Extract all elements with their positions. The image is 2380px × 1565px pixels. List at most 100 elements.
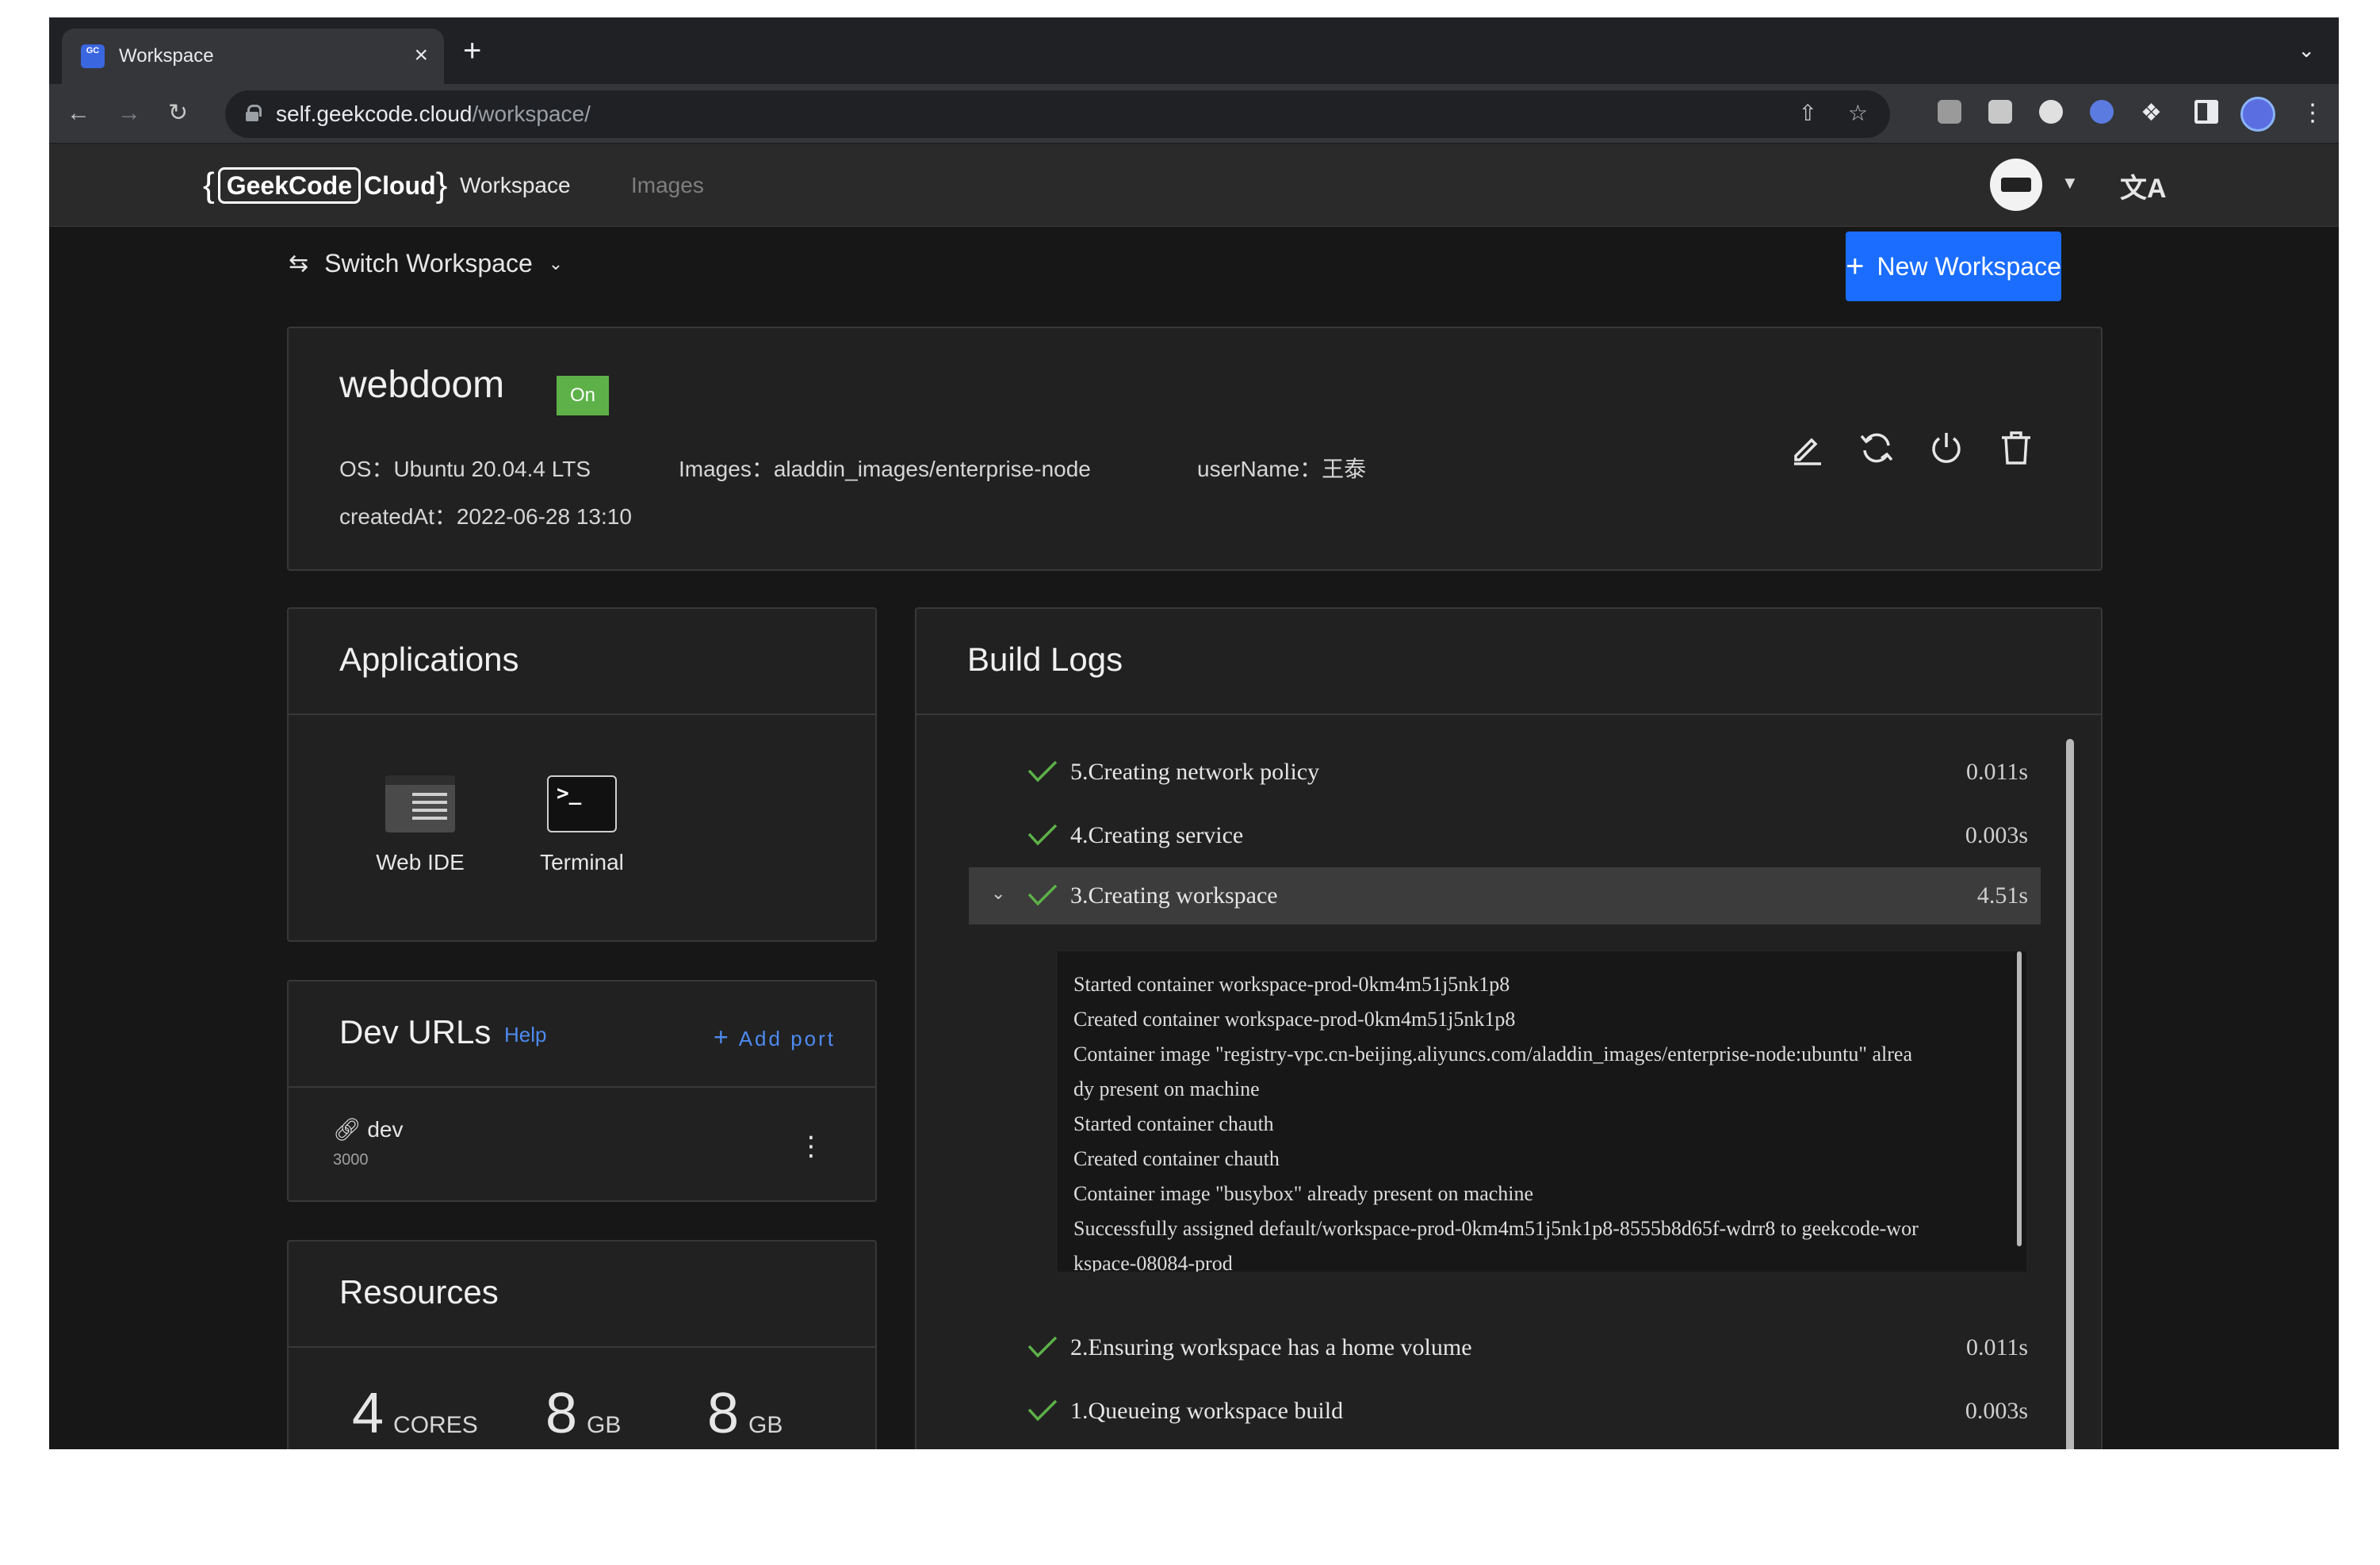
extension-1-icon[interactable] — [1938, 100, 1961, 124]
extensions-puzzle-icon[interactable]: ❖ — [2141, 100, 2162, 127]
web-ide-label: Web IDE — [376, 850, 465, 874]
workspace-name: webdoom — [339, 364, 505, 406]
dev-urls-title: Dev URLs — [339, 1013, 492, 1050]
check-icon — [1027, 884, 1058, 906]
url-host: self.geekcode.cloud — [276, 101, 473, 126]
extension-4-icon[interactable] — [2090, 100, 2114, 124]
terminal-app[interactable]: >_ Terminal — [511, 775, 653, 875]
workspace-created: createdAt：2022-06-28 13:10 — [339, 504, 632, 529]
app-header: {GeekCode Cloud} Workspace Images ▼ 文A — [49, 144, 2339, 227]
log-line: Started container chauth — [1073, 1112, 1274, 1135]
more-options-icon[interactable]: ⋮ — [798, 1132, 825, 1161]
help-link[interactable]: Help — [504, 1023, 546, 1047]
lock-icon — [246, 105, 262, 121]
side-panel-icon[interactable] — [2194, 100, 2218, 124]
logo-left: GeekCode — [217, 167, 361, 204]
url-text[interactable]: self.geekcode.cloud/workspace/ — [276, 101, 591, 127]
tab-search-chevron-icon[interactable]: ⌄ — [2298, 38, 2315, 63]
log-line: Started container workspace-prod-0km4m51… — [1073, 973, 1510, 996]
log-line: Created container chauth — [1073, 1147, 1280, 1170]
refresh-icon[interactable] — [1855, 427, 1898, 469]
log-step-3[interactable]: ⌄ 3.Creating workspace 4.51s — [969, 867, 2041, 924]
log-output[interactable]: Started container workspace-prod-0km4m51… — [1058, 951, 2026, 1272]
resources-title: Resources — [339, 1273, 499, 1311]
back-icon[interactable]: ← — [67, 100, 90, 127]
build-logs-header: Build Logs — [916, 609, 2101, 715]
plus-icon: + — [714, 1023, 731, 1051]
close-tab-icon[interactable]: × — [414, 42, 428, 69]
dev-url-label: dev — [367, 1117, 404, 1142]
new-tab-button[interactable]: + — [463, 33, 481, 68]
log-step-label: 4.Creating service — [1070, 822, 1244, 848]
log-step-2[interactable]: 2.Ensuring workspace has a home volume 0… — [969, 1319, 2041, 1376]
translate-icon[interactable]: 文A — [2120, 166, 2167, 205]
workspace-username: userName：王泰 — [1197, 457, 1367, 481]
reload-icon[interactable]: ↻ — [168, 100, 188, 127]
new-workspace-label: New Workspace — [1877, 251, 2061, 281]
add-port-label: Add port — [738, 1027, 836, 1050]
user-avatar[interactable] — [1990, 159, 2042, 211]
log-line: Created container workspace-prod-0km4m51… — [1073, 1008, 1516, 1031]
browser-tab[interactable]: GC Workspace × — [62, 29, 444, 84]
terminal-icon: >_ — [547, 775, 617, 832]
chevron-down-icon: ⌄ — [548, 253, 564, 274]
applications-card: Applications Web IDE >_ Terminal — [287, 607, 877, 942]
log-scrollbar[interactable] — [2017, 951, 2022, 1246]
bookmark-star-icon[interactable]: ☆ — [1848, 100, 1868, 126]
logo-right: Cloud — [363, 170, 436, 200]
log-step-label: 2.Ensuring workspace has a home volume — [1070, 1334, 1472, 1360]
workspace-images: Images：aladdin_images/enterprise-node — [679, 457, 1091, 481]
extension-2-icon[interactable] — [1988, 100, 2012, 124]
check-icon — [1027, 1399, 1058, 1422]
nav-workspace[interactable]: Workspace — [460, 173, 571, 198]
logo[interactable]: {GeekCode Cloud} — [203, 162, 447, 209]
chevron-down-icon[interactable]: ⌄ — [991, 883, 1005, 904]
log-step-time: 0.011s — [1965, 759, 2028, 785]
resource-cores: 4 CORES — [352, 1381, 478, 1446]
trash-icon[interactable] — [1995, 427, 2038, 469]
edit-icon[interactable] — [1785, 427, 1828, 469]
workspace-card: webdoom On OS：Ubuntu 20.04.4 LTS Images：… — [287, 327, 2103, 571]
extension-3-icon[interactable] — [2039, 100, 2063, 124]
terminal-label: Terminal — [540, 850, 624, 874]
log-line: kspace-08084-prod — [1073, 1252, 1233, 1272]
nav-images[interactable]: Images — [631, 173, 704, 198]
link-icon: 🔗︎ — [333, 1117, 368, 1142]
dev-url-name[interactable]: 🔗︎ dev — [333, 1116, 403, 1142]
check-icon — [1027, 824, 1058, 846]
switch-workspace-dropdown[interactable]: ⇆ Switch Workspace ⌄ — [289, 249, 563, 278]
browser-menu-icon[interactable]: ⋮ — [2301, 100, 2325, 127]
resource-disk: 8 GB — [707, 1381, 782, 1446]
address-bar[interactable]: self.geekcode.cloud/workspace/ ⇧ ☆ — [225, 90, 1890, 138]
build-logs-scrollbar[interactable] — [2066, 739, 2074, 1449]
log-step-1[interactable]: 1.Queueing workspace build 0.003s — [969, 1383, 2041, 1440]
log-line: Successfully assigned default/workspace-… — [1073, 1217, 1919, 1240]
applications-header: Applications — [289, 609, 875, 715]
log-step-4[interactable]: 4.Creating service 0.003s — [969, 807, 2041, 864]
forward-icon[interactable]: → — [117, 100, 141, 127]
log-step-label: 1.Queueing workspace build — [1070, 1398, 1344, 1424]
log-step-label: 5.Creating network policy — [1070, 759, 1320, 785]
swap-icon: ⇆ — [289, 251, 309, 277]
disk-unit: GB — [748, 1412, 783, 1438]
power-icon[interactable] — [1925, 427, 1968, 469]
plus-icon: + — [1846, 248, 1865, 284]
tab-title: Workspace — [119, 45, 214, 67]
share-icon[interactable]: ⇧ — [1799, 100, 1817, 126]
log-step-time: 0.011s — [1965, 1334, 2028, 1360]
caret-down-icon[interactable]: ▼ — [2061, 173, 2079, 193]
url-path: /workspace/ — [472, 101, 591, 126]
new-workspace-button[interactable]: + New Workspace — [1846, 231, 2061, 301]
build-logs-card: Build Logs 5.Creating network policy 0.0… — [915, 607, 2103, 1449]
log-step-time: 4.51s — [1976, 882, 2028, 909]
memory-unit: GB — [587, 1412, 622, 1438]
add-port-button[interactable]: + Add port — [714, 1023, 836, 1052]
check-icon — [1027, 760, 1058, 782]
log-step-5[interactable]: 5.Creating network policy 0.011s — [969, 744, 2041, 801]
profile-avatar[interactable] — [2240, 97, 2275, 132]
log-step-label: 3.Creating workspace — [1070, 882, 1278, 909]
web-ide-app[interactable]: Web IDE — [349, 775, 492, 875]
web-ide-icon — [385, 775, 455, 832]
dev-urls-header: Dev URLs Help + Add port — [289, 981, 875, 1088]
browser-window: GC Workspace × + ⌄ ← → ↻ self.geekcode.c… — [49, 17, 2339, 1449]
